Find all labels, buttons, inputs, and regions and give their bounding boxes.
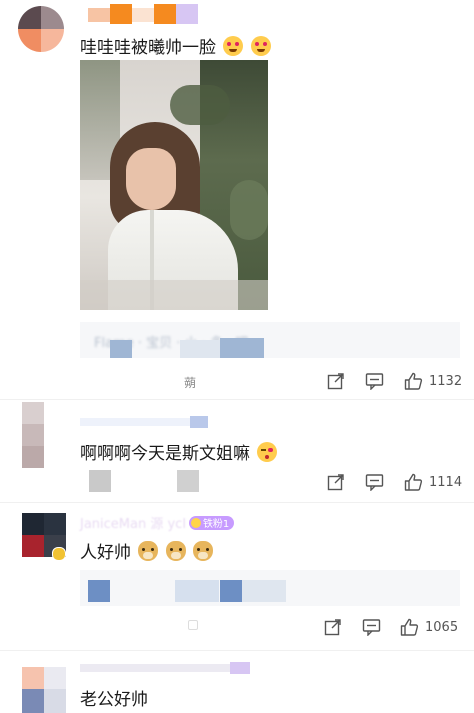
fan-badge-label: 铁粉1 — [202, 519, 230, 530]
thumbs-up-icon — [400, 618, 419, 636]
username[interactable]: JaniceMan 源 ycl 铁粉1 — [80, 513, 235, 532]
comment-text-content: 啊啊啊今天是斯文姐嘛 — [80, 444, 250, 464]
like-button[interactable]: 1065 — [400, 618, 458, 636]
reply-mosaic[interactable] — [89, 470, 111, 492]
like-count: 1132 — [429, 373, 463, 389]
reply-more-char[interactable] — [188, 620, 198, 630]
like-button[interactable]: 1132 — [404, 372, 462, 390]
share-icon[interactable] — [327, 473, 345, 491]
divider — [0, 399, 474, 400]
doge-emoji — [138, 541, 159, 561]
like-button[interactable]: 1114 — [404, 473, 462, 491]
like-count: 1065 — [425, 619, 459, 635]
kiss-face-emoji — [257, 442, 278, 462]
fan-badge-icon — [190, 517, 201, 528]
thumbs-up-icon — [404, 372, 423, 390]
comment-icon[interactable] — [362, 618, 381, 636]
divider — [0, 650, 474, 651]
username-mosaic[interactable] — [80, 662, 250, 674]
comment-text: 人好帅 — [80, 538, 214, 563]
comment-text: 啊啊啊今天是斯文姐嘛 — [80, 439, 278, 464]
fan-badge: 铁粉1 — [188, 515, 235, 530]
avatar[interactable] — [18, 6, 64, 52]
doge-emoji — [165, 541, 186, 561]
heart-eyes-cat-emoji — [223, 36, 244, 56]
comment-text: 哇哇哇被曦帅一脸 — [80, 33, 271, 58]
verified-badge-icon — [52, 547, 66, 561]
username-mosaic[interactable] — [80, 416, 208, 428]
avatar[interactable] — [22, 667, 66, 713]
like-count: 1114 — [429, 474, 463, 490]
heart-eyes-cat-emoji — [250, 36, 271, 56]
doge-emoji — [193, 541, 214, 561]
share-icon[interactable] — [327, 372, 345, 390]
reply-mosaic[interactable] — [177, 470, 199, 492]
divider — [0, 502, 474, 503]
username-mosaic[interactable] — [88, 4, 200, 24]
thumbs-up-icon — [404, 473, 423, 491]
comment-icon[interactable] — [365, 473, 384, 491]
reply-more-char[interactable]: 蒴 — [184, 374, 196, 391]
comment-text: 老公好帅 — [80, 690, 148, 710]
comment-text-content: 人好帅 — [80, 543, 131, 563]
avatar[interactable] — [22, 402, 44, 468]
comment-photo[interactable] — [80, 60, 268, 310]
reply-preview[interactable]: Flame · 宝贝 · 小 · 多 · 吧 — [80, 322, 460, 358]
reply-preview[interactable] — [80, 570, 460, 606]
share-icon[interactable] — [324, 618, 342, 636]
comment-icon[interactable] — [365, 372, 384, 390]
comment-text-content: 哇哇哇被曦帅一脸 — [80, 38, 216, 58]
username-text: JaniceMan 源 ycl — [80, 517, 186, 532]
